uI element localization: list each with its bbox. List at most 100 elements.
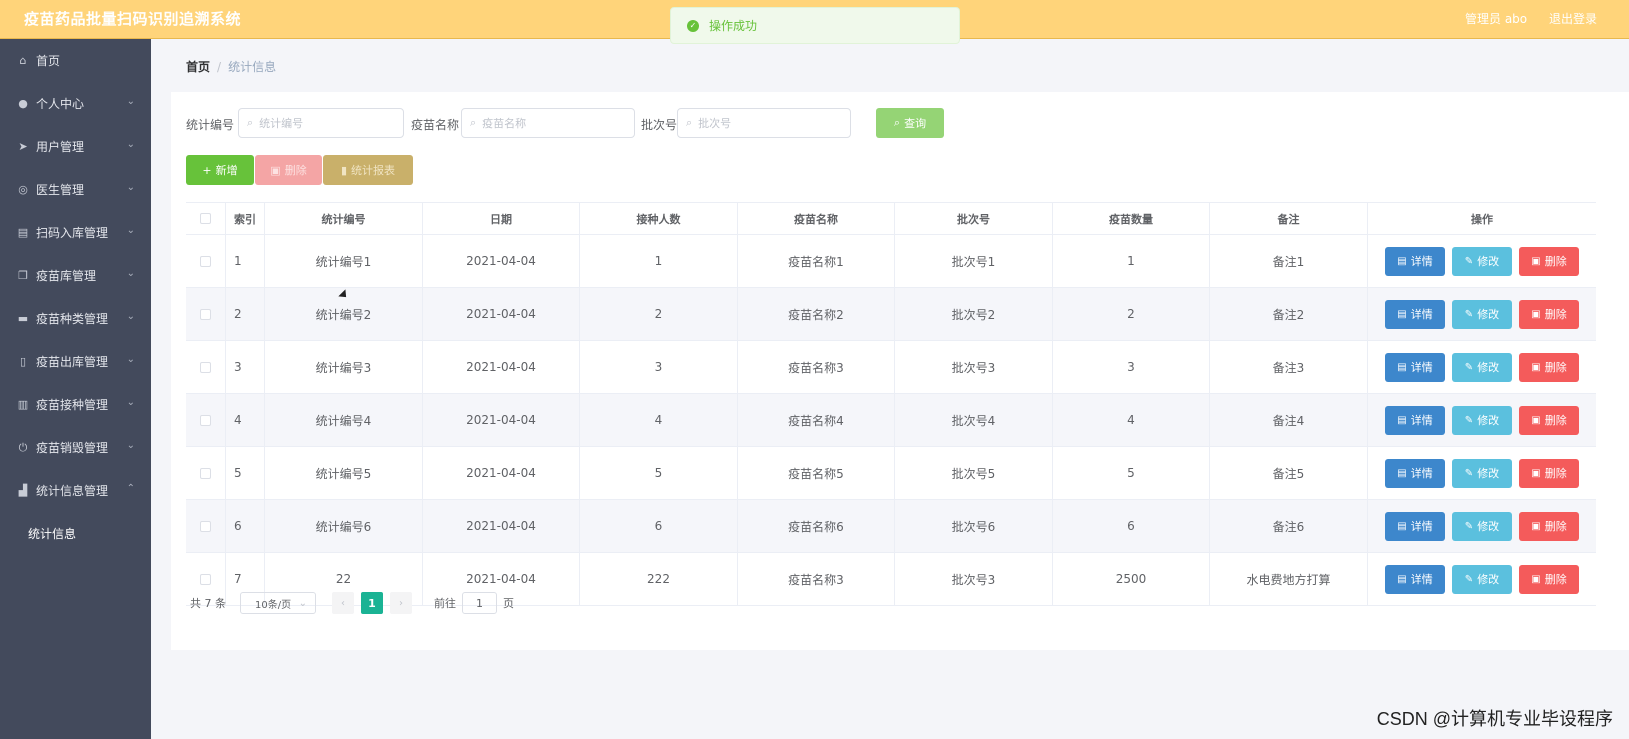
- row-actions: ▤ 详情 ✎ 修改 ▣ 删除: [1385, 246, 1579, 276]
- cell-actions: ▤ 详情 ✎ 修改 ▣ 删除: [1368, 553, 1596, 605]
- table-row[interactable]: 1 统计编号1 2021-04-04 1 疫苗名称1 批次号1 1 备注1 ▤ 详情 ✎ 修改 ▣ 删除: [186, 235, 1596, 288]
- search-icon: ⌕: [247, 116, 254, 129]
- sidebar-item-users[interactable]: ➤ 用户管理 ⌄: [0, 125, 151, 168]
- edit-button[interactable]: ✎ 修改: [1452, 352, 1512, 382]
- row-checkbox[interactable]: [200, 308, 211, 320]
- sidebar-item-vaccine-type[interactable]: ▬ 疫苗种类管理 ⌄: [0, 297, 151, 340]
- report-button[interactable]: ▮ 统计报表: [323, 155, 413, 185]
- sidebar-item-statistics[interactable]: ▟ 统计信息管理 ⌃: [0, 469, 151, 512]
- cell-batch: 批次号3: [895, 553, 1053, 605]
- current-user[interactable]: 管理员 abo: [1465, 12, 1527, 26]
- table-row[interactable]: 4 统计编号4 2021-04-04 4 疫苗名称4 批次号4 4 备注4 ▤ 详情 ✎ 修改 ▣ 删除: [186, 394, 1596, 447]
- cell-index: 6: [226, 500, 265, 552]
- delete-button[interactable]: ▣ 删除: [1519, 246, 1579, 276]
- page-number-current[interactable]: 1: [361, 592, 383, 614]
- cell-date: 2021-04-04: [423, 288, 580, 340]
- sidebar-item-profile[interactable]: ● 个人中心 ⌄: [0, 82, 151, 125]
- select-all-cell: [186, 203, 226, 234]
- detail-button[interactable]: ▤ 详情: [1385, 299, 1445, 329]
- page-size-select[interactable]: 10条/页 ⌄: [240, 592, 316, 614]
- table-row[interactable]: 6 统计编号6 2021-04-04 6 疫苗名称6 批次号6 6 备注6 ▤ 详情 ✎ 修改 ▣ 删除: [186, 500, 1596, 553]
- sidebar-subitem-statistics-info[interactable]: 统计信息: [0, 512, 151, 555]
- cell-count: 2: [580, 288, 738, 340]
- prev-page-button[interactable]: ‹: [332, 592, 354, 614]
- edit-button[interactable]: ✎ 修改: [1452, 458, 1512, 488]
- search-input-batch[interactable]: ⌕ 批次号: [677, 108, 851, 138]
- sidebar-item-label: 个人中心: [36, 97, 85, 111]
- sidebar-item-doctors[interactable]: ◎ 医生管理 ⌄: [0, 168, 151, 211]
- search-placeholder-code: 统计编号: [259, 117, 304, 130]
- detail-button-label: 详情: [1410, 573, 1433, 586]
- detail-button-label: 详情: [1410, 361, 1433, 374]
- delete-button[interactable]: ▣ 删除: [1519, 405, 1579, 435]
- logout-link[interactable]: 退出登录: [1549, 12, 1597, 26]
- search-input-vaccine[interactable]: ⌕ 疫苗名称: [461, 108, 635, 138]
- row-checkbox[interactable]: [200, 520, 211, 532]
- goto-page-input[interactable]: 1: [462, 592, 497, 614]
- table-row[interactable]: 3 统计编号3 2021-04-04 3 疫苗名称3 批次号3 3 备注3 ▤ 详情 ✎ 修改 ▣ 删除: [186, 341, 1596, 394]
- cell-code: 统计编号6: [265, 500, 423, 552]
- edit-button[interactable]: ✎ 修改: [1452, 405, 1512, 435]
- row-select-cell: [186, 235, 226, 287]
- trash-icon: ▣: [1531, 414, 1541, 426]
- edit-button[interactable]: ✎ 修改: [1452, 299, 1512, 329]
- sidebar-item-vaccine-out[interactable]: ▯ 疫苗出库管理 ⌄: [0, 340, 151, 383]
- detail-button[interactable]: ▤ 详情: [1385, 246, 1445, 276]
- delete-button[interactable]: ▣ 删除: [1519, 299, 1579, 329]
- detail-button[interactable]: ▤ 详情: [1385, 352, 1445, 382]
- cell-note: 水电费地方打算: [1210, 553, 1368, 605]
- trash-icon: ▣: [1531, 467, 1541, 479]
- select-all-checkbox[interactable]: [200, 213, 211, 224]
- cell-batch: 批次号5: [895, 447, 1053, 499]
- row-select-cell: [186, 394, 226, 446]
- detail-button[interactable]: ▤ 详情: [1385, 564, 1445, 594]
- batch-delete-button[interactable]: ▣ 删除: [255, 155, 322, 185]
- add-button[interactable]: + 新增: [186, 155, 254, 185]
- delete-button[interactable]: ▣ 删除: [1519, 511, 1579, 541]
- sidebar-item-home[interactable]: ⌂ 首页: [0, 39, 151, 82]
- breadcrumb: 首页 / 统计信息: [186, 58, 276, 75]
- column-header: 日期: [423, 203, 580, 234]
- search-input-code[interactable]: ⌕ 统计编号: [238, 108, 404, 138]
- delete-button[interactable]: ▣ 删除: [1519, 458, 1579, 488]
- column-header: 疫苗名称: [738, 203, 895, 234]
- row-checkbox[interactable]: [200, 361, 211, 373]
- pencil-icon: ✎: [1464, 308, 1474, 320]
- trash-icon: ▣: [1531, 361, 1541, 373]
- detail-button[interactable]: ▤ 详情: [1385, 405, 1445, 435]
- cell-actions: ▤ 详情 ✎ 修改 ▣ 删除: [1368, 341, 1596, 393]
- sidebar-item-label: 疫苗销毁管理: [36, 441, 109, 455]
- row-checkbox[interactable]: [200, 573, 211, 585]
- sidebar-item-label: 疫苗接种管理: [36, 398, 109, 412]
- edit-button[interactable]: ✎ 修改: [1452, 246, 1512, 276]
- delete-button[interactable]: ▣ 删除: [1519, 352, 1579, 382]
- breadcrumb-home[interactable]: 首页: [186, 60, 210, 74]
- detail-button[interactable]: ▤ 详情: [1385, 458, 1445, 488]
- next-page-button[interactable]: ›: [390, 592, 412, 614]
- sidebar-item-vaccination[interactable]: ▥ 疫苗接种管理 ⌄: [0, 383, 151, 426]
- sidebar-item-scan-in[interactable]: ▤ 扫码入库管理 ⌄: [0, 211, 151, 254]
- search-button[interactable]: ⌕ 查询: [876, 108, 944, 138]
- chevron-left-icon: ‹: [341, 597, 345, 609]
- edit-button-label: 修改: [1477, 573, 1500, 586]
- sidebar-item-destroy[interactable]: ⏻ 疫苗销毁管理 ⌄: [0, 426, 151, 469]
- trash-icon: ▣: [1531, 308, 1541, 320]
- sidebar: ⌂ 首页 ● 个人中心 ⌄ ➤ 用户管理 ⌄ ◎ 医生管理 ⌄ ▤ 扫码入库管理…: [0, 39, 151, 739]
- detail-button[interactable]: ▤ 详情: [1385, 511, 1445, 541]
- cell-qty: 5: [1053, 447, 1210, 499]
- cell-vaccine: 疫苗名称1: [738, 235, 895, 287]
- delete-button[interactable]: ▣ 删除: [1519, 564, 1579, 594]
- row-checkbox[interactable]: [200, 255, 211, 267]
- sidebar-item-vaccine-stock[interactable]: ❐ 疫苗库管理 ⌄: [0, 254, 151, 297]
- edit-button[interactable]: ✎ 修改: [1452, 511, 1512, 541]
- row-actions: ▤ 详情 ✎ 修改 ▣ 删除: [1385, 352, 1579, 382]
- cell-count: 5: [580, 447, 738, 499]
- table-row[interactable]: 5 统计编号5 2021-04-04 5 疫苗名称5 批次号5 5 备注5 ▤ 详情 ✎ 修改 ▣ 删除: [186, 447, 1596, 500]
- cell-actions: ▤ 详情 ✎ 修改 ▣ 删除: [1368, 447, 1596, 499]
- edit-button[interactable]: ✎ 修改: [1452, 564, 1512, 594]
- row-checkbox[interactable]: [200, 467, 211, 479]
- row-checkbox[interactable]: [200, 414, 211, 426]
- search-icon: ⌕: [893, 116, 901, 129]
- table-row[interactable]: 2 统计编号2 2021-04-04 2 疫苗名称2 批次号2 2 备注2 ▤ 详情 ✎ 修改 ▣ 删除: [186, 288, 1596, 341]
- search-icon: ⌕: [686, 116, 693, 129]
